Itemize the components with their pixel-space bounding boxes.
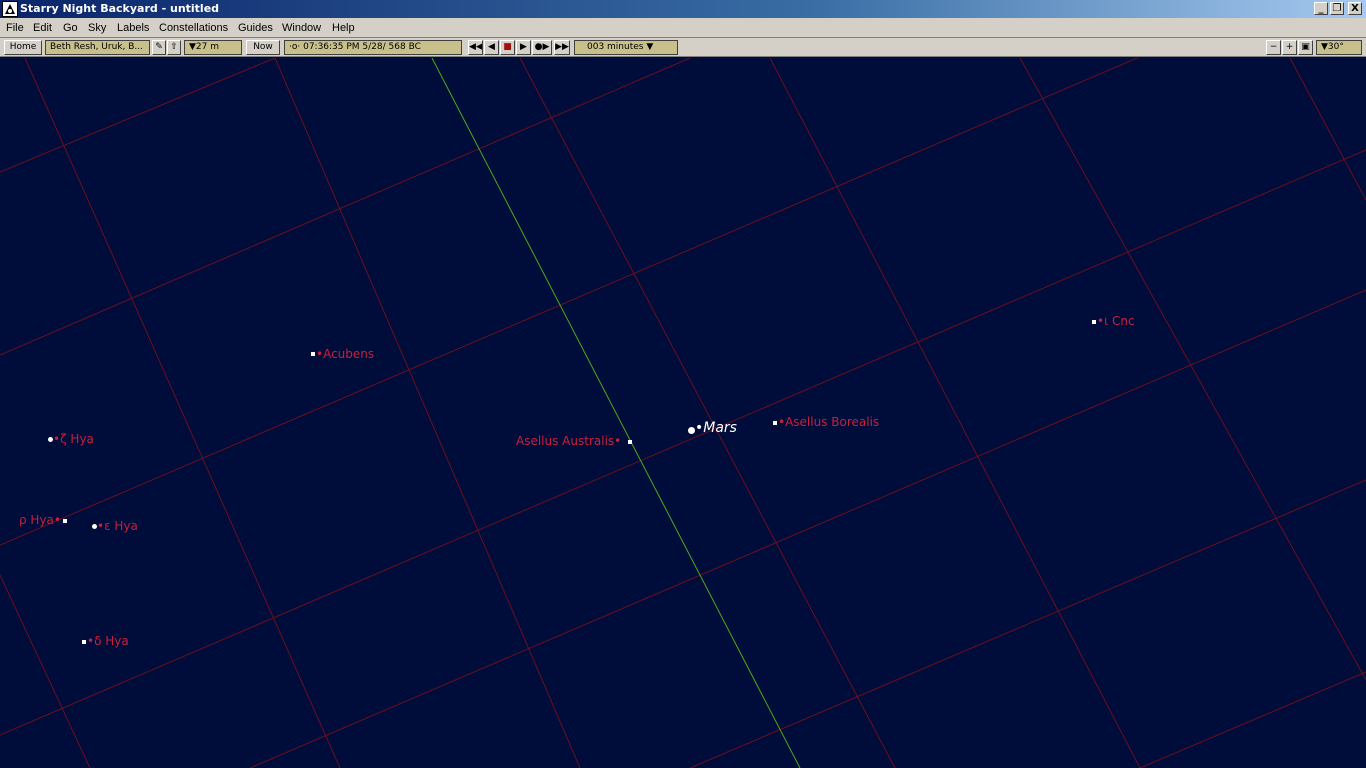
step-back-icon[interactable]: ◀ [484,40,499,55]
time-step-select[interactable]: 003 minutes ▼ [574,40,678,55]
pencil-icon[interactable]: ✎ [152,40,166,55]
coordinate-grid [0,58,1366,768]
label-mars[interactable]: •Mars [695,421,737,435]
now-button[interactable]: Now [246,40,280,55]
menu-labels[interactable]: Labels [117,21,149,35]
label-asellus-borealis[interactable]: •Asellus Borealis [778,415,879,429]
label-asellus-australis[interactable]: Asellus Australis• [516,434,621,448]
zoom-in-icon[interactable]: + [1282,40,1297,55]
toolbar: Home Beth Resh, Uruk, B... ✎ ⇧ ▼27 m Now… [0,38,1366,57]
menu-help[interactable]: Help [332,21,355,35]
star-asellus-borealis[interactable] [773,421,777,425]
menu-bar: File Edit Go Sky Labels Constellations G… [0,18,1366,38]
label-delta-hya-text: δ Hya [94,634,129,648]
label-epsilon-hya[interactable]: •ε Hya [97,519,138,533]
stop-icon[interactable]: ■ [500,40,515,55]
sky-grid [0,58,1366,768]
rewind-icon[interactable]: ◀◀ [468,40,483,55]
star-rho-hya[interactable] [63,519,67,523]
fast-forward-icon[interactable]: ▶▶ [554,40,570,55]
label-mars-text: Mars [703,420,737,436]
label-delta-hya[interactable]: •δ Hya [87,634,129,648]
minimize-button[interactable]: _ [1314,2,1328,15]
menu-window[interactable]: Window [282,21,321,35]
star-iota-cnc[interactable] [1092,320,1096,324]
label-asellus-borealis-text: Asellus Borealis [785,415,880,429]
label-epsilon-hya-text: ε Hya [104,519,138,533]
menu-go[interactable]: Go [63,21,78,35]
window-title: Starry Night Backyard - untitled [20,2,220,15]
home-button[interactable]: Home [4,40,42,55]
star-acubens[interactable] [311,352,315,356]
title-bar[interactable]: Starry Night Backyard - untitled _ ❐ X [0,0,1366,18]
location-field[interactable]: Beth Resh, Uruk, B... [45,40,150,55]
menu-guides[interactable]: Guides [238,21,273,35]
planet-mars[interactable] [688,427,695,434]
menu-sky[interactable]: Sky [88,21,106,35]
label-asellus-australis-text: Asellus Australis [516,434,615,448]
label-iota-cnc[interactable]: •ι Cnc [1097,314,1135,328]
step-forward-icon[interactable]: ●▶ [532,40,552,55]
label-rho-hya-text: ρ Hya [19,513,54,527]
app-icon[interactable] [2,1,18,17]
play-icon[interactable]: ▶ [516,40,531,55]
zoom-fit-icon[interactable]: ▣ [1298,40,1313,55]
time-field[interactable]: ·o· 07:36:35 PM 5/28/ 568 BC [284,40,462,55]
star-asellus-australis[interactable] [628,440,632,444]
label-iota-cnc-text: ι Cnc [1104,314,1135,328]
label-zeta-hya-text: ζ Hya [60,432,94,446]
menu-file[interactable]: File [6,21,24,35]
ecliptic-line [431,58,801,768]
close-button[interactable]: X [1348,2,1362,15]
rocket-icon[interactable]: ⇧ [167,40,181,55]
label-acubens[interactable]: •Acubens [316,347,374,361]
label-acubens-text: Acubens [323,347,375,361]
menu-constellations[interactable]: Constellations [159,21,228,35]
menu-edit[interactable]: Edit [33,21,52,35]
restore-button[interactable]: ❐ [1330,2,1344,15]
label-rho-hya[interactable]: ρ Hya• [19,513,61,527]
elevation-field[interactable]: ▼27 m [184,40,242,55]
star-delta-hya[interactable] [82,640,86,644]
label-zeta-hya[interactable]: •ζ Hya [53,432,94,446]
fov-select[interactable]: ▼30° [1316,40,1362,55]
zoom-out-icon[interactable]: − [1266,40,1281,55]
sky-view[interactable] [0,58,1366,768]
